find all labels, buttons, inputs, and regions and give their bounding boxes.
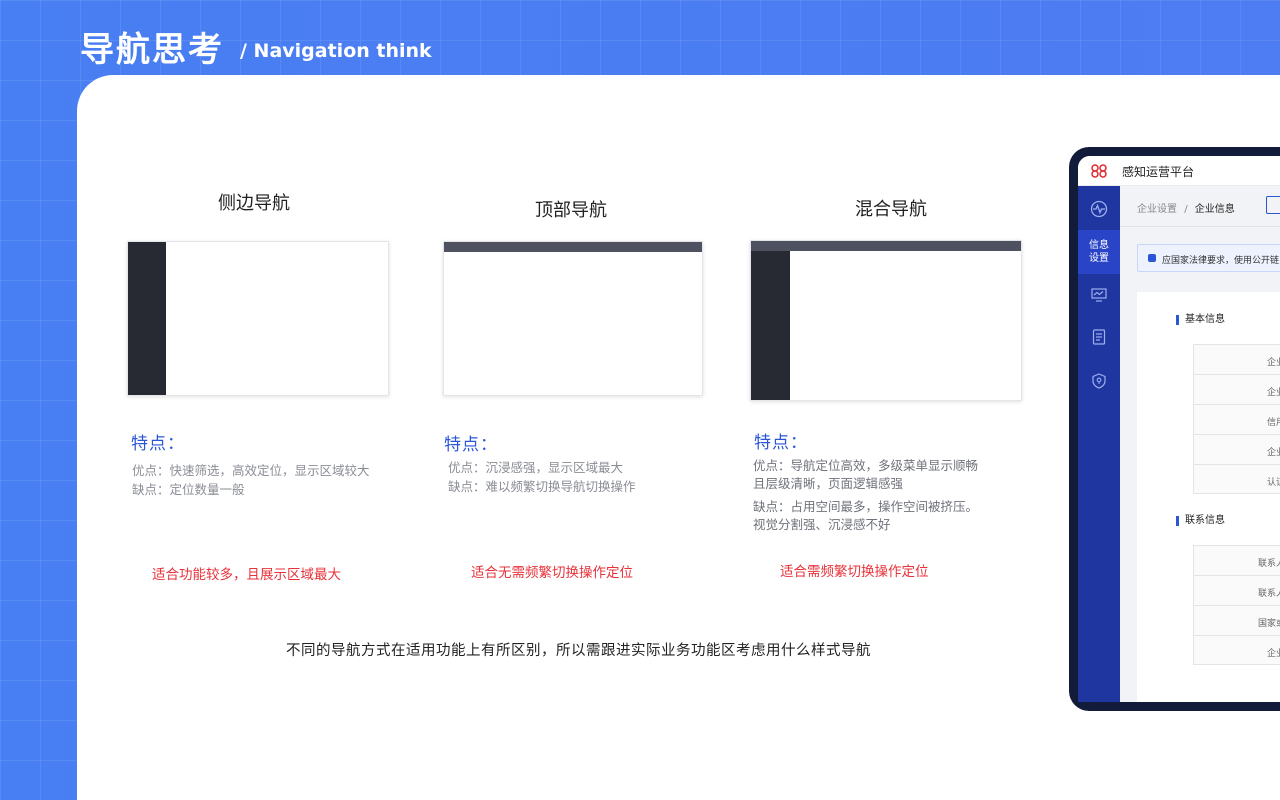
section-basic-info: 基本信息: [1176, 315, 1225, 325]
top-nav-feature-heading: 特点：: [444, 435, 498, 455]
mixed-nav-pros-line2: 且层级清晰，页面逻辑感强: [753, 476, 904, 491]
shield-icon: [1092, 373, 1106, 389]
mixed-nav-title: 混合导航: [855, 199, 927, 220]
wireframe-sidebar: [751, 251, 790, 400]
breadcrumb-separator: /: [1184, 204, 1188, 215]
notice-text: 应国家法律要求，使用公开链: [1162, 256, 1280, 266]
breadcrumb-current: 企业信息: [1194, 204, 1235, 215]
top-nav-pros: 优点：沉浸感强，显示区域最大: [448, 460, 624, 475]
top-nav-note: 适合无需频繁切换操作定位: [471, 565, 633, 581]
sidebar-item-security[interactable]: [1078, 364, 1120, 398]
document-icon: [1092, 329, 1106, 345]
mixed-nav-wireframe: [750, 240, 1022, 401]
sidebar-item-screen[interactable]: [1078, 278, 1120, 312]
side-nav-cons: 缺点：定位数量一般: [132, 482, 245, 497]
table-row: 企业行: [1193, 434, 1280, 464]
side-nav-note: 适合功能较多，且展示区域最大: [152, 567, 341, 583]
mixed-nav-note: 适合需频繁切换操作定位: [780, 564, 929, 580]
summary-text: 不同的导航方式在适用功能上有所区别，所以需跟进实际业务功能区考虑用什么样式导航: [286, 643, 871, 659]
monitor-chart-icon: [1091, 288, 1107, 302]
header-action-button[interactable]: [1266, 196, 1280, 214]
contact-info-rows: 联系人姓 联系人座 国家或地 企业地: [1193, 545, 1280, 665]
side-nav-feature-heading: 特点：: [131, 434, 185, 454]
wireframe-topbar: [751, 241, 1021, 251]
table-row: 企业地: [1193, 635, 1280, 665]
table-row: 联系人座: [1193, 575, 1280, 605]
divider: [1120, 226, 1280, 227]
mixed-nav-cons-line1: 缺点：占用空间最多，操作空间被挤压。: [753, 499, 979, 514]
table-row: 企业全: [1193, 344, 1280, 374]
top-nav-cons: 缺点：难以频繁切换导航切换操作: [448, 479, 636, 494]
device-screen: 感知运营平台 信息 设置 企业设置 / 企业信息 应国家法律要求，使用公开链 基…: [1078, 156, 1280, 702]
sidebar-item-monitor[interactable]: [1078, 192, 1120, 226]
info-icon: [1148, 254, 1156, 262]
table-row: 信用代: [1193, 404, 1280, 434]
top-nav-title: 顶部导航: [535, 200, 607, 221]
wireframe-topbar: [444, 242, 702, 252]
mixed-nav-pros-line1: 优点：导航定位高效，多级菜单显示顺畅: [753, 458, 979, 473]
side-nav-pros: 优点：快速筛选，高效定位，显示区域较大: [132, 463, 370, 478]
mixed-nav-cons-line2: 视觉分割强、沉浸感不好: [753, 517, 891, 532]
basic-info-rows: 企业全 企业编 信用代 企业行 认证状: [1193, 344, 1280, 494]
table-row: 企业编: [1193, 374, 1280, 404]
side-nav-title: 侧边导航: [218, 193, 290, 214]
app-name: 感知运营平台: [1122, 165, 1195, 179]
mixed-nav-feature-heading: 特点：: [754, 433, 808, 453]
table-row: 联系人姓: [1193, 545, 1280, 575]
section-contact-info: 联系信息: [1176, 516, 1225, 526]
page-subtitle: / Navigation think: [240, 40, 432, 62]
sidebar-item-info-settings[interactable]: 信息 设置: [1078, 230, 1120, 274]
table-row: 认证状: [1193, 464, 1280, 494]
app-sidebar: 信息 设置: [1078, 186, 1120, 702]
brand-logo-icon: [1091, 164, 1107, 178]
side-nav-wireframe: [127, 241, 389, 396]
app-content: 企业设置 / 企业信息 应国家法律要求，使用公开链 基本信息 企业全 企业编 信…: [1120, 186, 1280, 702]
page-title: 导航思考: [80, 30, 224, 70]
pulse-icon: [1090, 200, 1108, 218]
table-row: 国家或地: [1193, 605, 1280, 635]
top-nav-wireframe: [443, 241, 703, 396]
wireframe-sidebar: [128, 242, 166, 395]
notice-banner: 应国家法律要求，使用公开链: [1137, 244, 1280, 272]
breadcrumb-parent[interactable]: 企业设置: [1137, 204, 1177, 215]
breadcrumb: 企业设置 / 企业信息: [1137, 200, 1235, 215]
sidebar-item-document[interactable]: [1078, 320, 1120, 354]
app-header: 感知运营平台: [1078, 156, 1280, 186]
